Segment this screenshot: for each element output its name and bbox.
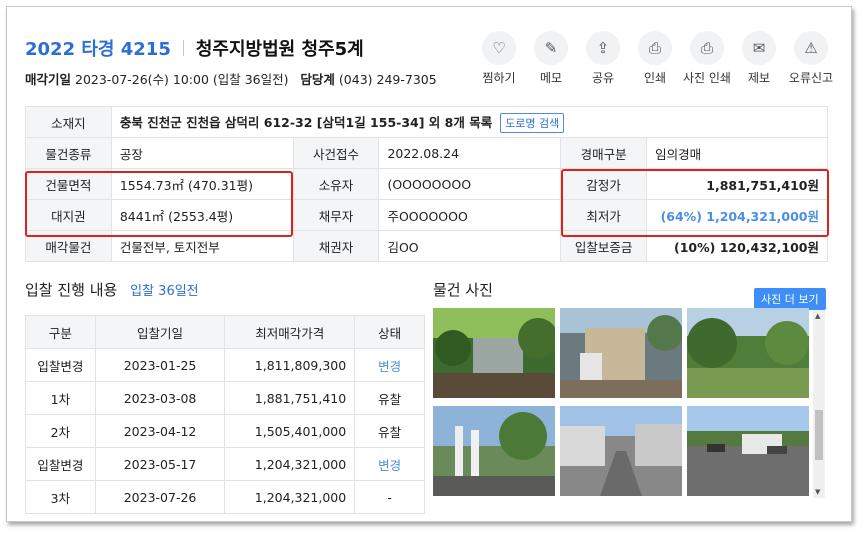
creditor-value: 김OO	[378, 230, 562, 262]
property-photo[interactable]	[687, 405, 809, 496]
print-icon: ⎙	[638, 31, 672, 65]
bookmark-label: 찜하기	[482, 71, 516, 85]
location-cell: 충북 진천군 진천읍 삼덕리 612-32 [삼덕1길 155-34] 외 8개…	[110, 106, 829, 138]
bid-history-subtitle: 입찰 36일전	[130, 284, 199, 299]
photo-grid	[433, 308, 809, 498]
sale-info-row: 매각기일 2023-07-26(수) 10:00 (입찰 36일전) 담당계 (…	[25, 69, 437, 88]
col-price: 최저매각가격	[224, 315, 356, 349]
bid-date: 2023-07-26	[94, 480, 226, 514]
property-photo[interactable]	[687, 308, 809, 398]
auction-detail-panel: 2022 타경 4215 청주지방법원 청주5계 매각기일 2023-07-26…	[6, 6, 852, 522]
type-label: 물건종류	[25, 137, 112, 169]
scrollbar-thumb[interactable]	[815, 410, 823, 460]
scroll-up-icon[interactable]: ▲	[815, 312, 820, 320]
property-photo[interactable]	[433, 405, 555, 496]
debtor-value: 주OOOOOOO	[378, 199, 562, 231]
owner-value: (OOOOOOOO	[378, 168, 562, 200]
photo-print-button[interactable]: ⎙ 사진 인쇄	[681, 31, 733, 86]
table-row: 1차 2023-03-08 1,881,751,410 유찰	[25, 381, 425, 415]
bid-price: 1,505,401,000	[224, 414, 356, 448]
share-button[interactable]: ⇪ 공유	[577, 31, 629, 86]
property-photo[interactable]	[560, 308, 682, 398]
info-row-type: 물건종류 공장 사건접수 2022.08.24 경매구분 임의경매	[25, 137, 828, 169]
bid-date: 2023-01-25	[94, 348, 226, 382]
table-row: 입찰변경 2023-01-25 1,811,809,300 변경	[25, 348, 425, 382]
bid-history-title: 입찰 진행 내용	[25, 281, 118, 299]
bid-price: 1,811,809,300	[224, 348, 356, 382]
highlight-box-area	[25, 171, 293, 237]
photo-print-icon: ⎙	[690, 31, 724, 65]
bid-table-header: 구분 입찰기일 최저매각가격 상태	[25, 315, 425, 349]
court-name: 청주지방법원 청주5계	[195, 39, 364, 60]
photo-scrollbar[interactable]: ▲ ▼	[813, 310, 825, 498]
auction-kind-value: 임의경매	[646, 137, 828, 169]
auction-kind-label: 경매구분	[560, 137, 648, 169]
property-photo[interactable]	[560, 405, 682, 496]
bid-kind: 2차	[25, 414, 96, 448]
bid-kind: 입찰변경	[25, 447, 96, 481]
more-photos-button[interactable]: 사진 더 보기	[754, 288, 826, 310]
table-row: 입찰변경 2023-05-17 1,204,321,000 변경	[25, 447, 425, 481]
bid-price: 1,204,321,000	[224, 480, 356, 514]
share-label: 공유	[591, 71, 615, 85]
title-divider	[182, 40, 184, 56]
table-row: 3차 2023-07-26 1,204,321,000 -	[25, 480, 425, 514]
sale-date-label: 매각기일	[25, 72, 72, 87]
col-status: 상태	[354, 315, 425, 349]
bid-status: -	[354, 480, 425, 514]
owner-label: 소유자	[292, 168, 380, 200]
edit-icon: ✎	[534, 31, 568, 65]
received-value: 2022.08.24	[378, 137, 562, 169]
bid-history-header: 입찰 진행 내용 입찰 36일전	[25, 279, 199, 300]
highlight-box-price	[561, 169, 829, 237]
creditor-label: 채권자	[292, 230, 380, 262]
print-label: 인쇄	[643, 71, 667, 85]
scroll-down-icon[interactable]: ▼	[815, 488, 820, 496]
title-row: 2022 타경 4215 청주지방법원 청주5계	[25, 35, 364, 61]
bid-date: 2023-05-17	[94, 447, 226, 481]
action-toolbar: ♡ 찜하기 ✎ 메모 ⇪ 공유 ⎙ 인쇄 ⎙ 사진 인쇄 ✉ 제보 ⚠ 오류신고	[473, 31, 837, 86]
col-kind: 구분	[25, 315, 96, 349]
info-row-location: 소재지 충북 진천군 진천읍 삼덕리 612-32 [삼덕1길 155-34] …	[25, 106, 829, 138]
debtor-label: 채무자	[292, 199, 380, 231]
bid-kind: 1차	[25, 381, 96, 415]
bid-kind: 입찰변경	[25, 348, 96, 382]
sale-date-value: 2023-07-26(수) 10:00 (입찰 36일전)	[75, 72, 289, 87]
bid-status: 유찰	[354, 381, 425, 415]
bid-kind: 3차	[25, 480, 96, 514]
photo-print-label: 사진 인쇄	[683, 71, 731, 85]
heart-icon: ♡	[482, 31, 516, 65]
bookmark-button[interactable]: ♡ 찜하기	[473, 31, 525, 86]
col-date: 입찰기일	[94, 315, 226, 349]
tip-button[interactable]: ✉ 제보	[733, 31, 785, 86]
report-error-label: 오류신고	[788, 71, 834, 85]
bid-status-link[interactable]: 변경	[354, 348, 425, 382]
memo-label: 메모	[539, 71, 563, 85]
case-number: 2022 타경 4215	[25, 39, 171, 60]
report-icon: ⚠	[794, 31, 828, 65]
tip-label: 제보	[747, 71, 771, 85]
table-row: 2차 2023-04-12 1,505,401,000 유찰	[25, 414, 425, 448]
bid-price: 1,881,751,410	[224, 381, 356, 415]
bid-price: 1,204,321,000	[224, 447, 356, 481]
dept-label: 담당계	[300, 72, 335, 87]
dept-value: (043) 249-7305	[338, 72, 437, 87]
memo-button[interactable]: ✎ 메모	[525, 31, 577, 86]
photos-title: 물건 사진	[433, 281, 493, 299]
bid-date: 2023-04-12	[94, 414, 226, 448]
received-label: 사건접수	[292, 137, 380, 169]
report-error-button[interactable]: ⚠ 오류신고	[785, 31, 837, 86]
mail-icon: ✉	[742, 31, 776, 65]
bid-history-table: 구분 입찰기일 최저매각가격 상태 입찰변경 2023-01-25 1,811,…	[25, 315, 425, 514]
share-icon: ⇪	[586, 31, 620, 65]
type-value: 공장	[110, 137, 294, 169]
bid-status-link[interactable]: 변경	[354, 447, 425, 481]
property-photo[interactable]	[433, 308, 555, 398]
location-value: 충북 진천군 진천읍 삼덕리 612-32 [삼덕1길 155-34] 외 8개…	[119, 114, 493, 130]
print-button[interactable]: ⎙ 인쇄	[629, 31, 681, 86]
location-label: 소재지	[25, 106, 112, 138]
road-search-button[interactable]: 도로명 검색	[500, 112, 565, 133]
bid-status: 유찰	[354, 414, 425, 448]
bid-date: 2023-03-08	[94, 381, 226, 415]
